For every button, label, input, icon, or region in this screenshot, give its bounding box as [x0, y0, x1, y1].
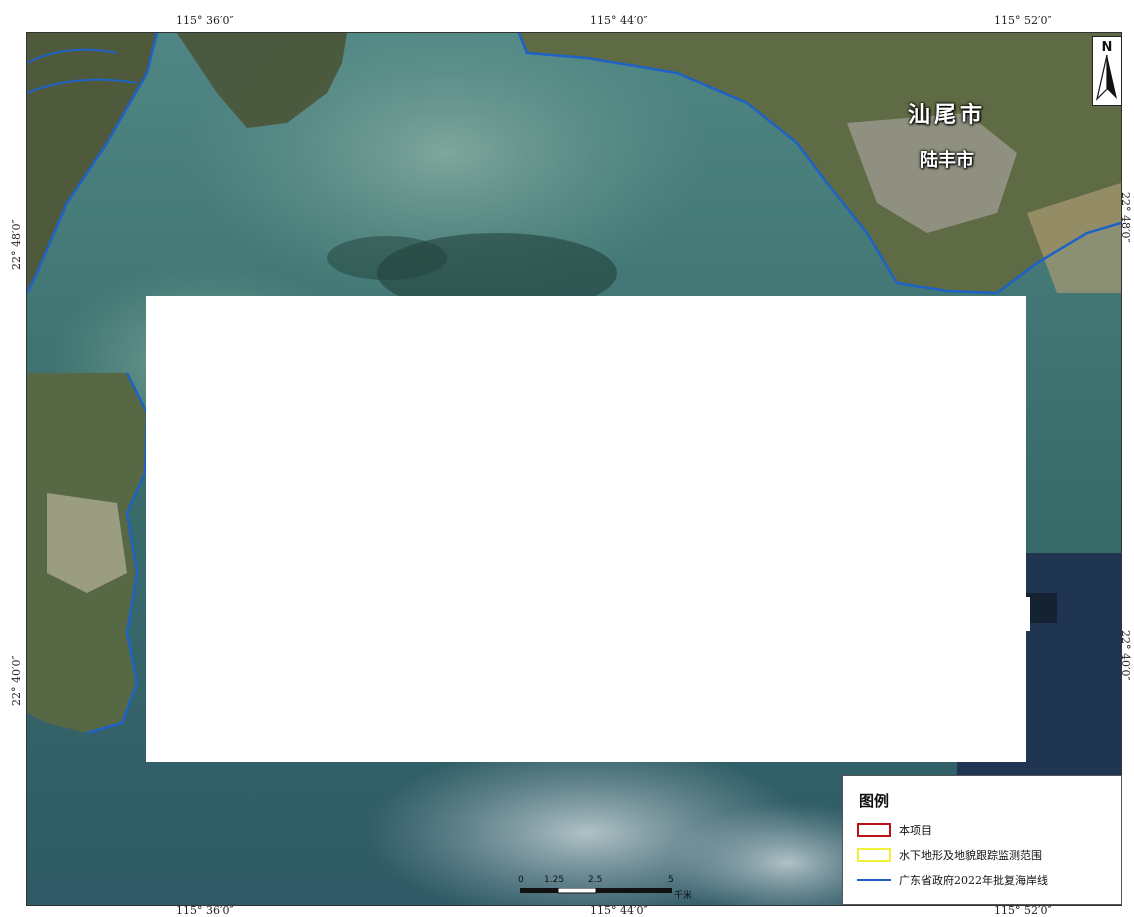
legend-label: 广东省政府2022年批复海岸线: [899, 874, 1048, 887]
top-coord-1: 115° 36′0″: [176, 14, 234, 27]
north-label: N: [1102, 40, 1113, 55]
scale-unit: 千米: [674, 891, 693, 901]
red-box-icon: [857, 823, 891, 837]
legend-item-project: 本项目: [857, 821, 932, 839]
north-arrow: N: [1092, 36, 1122, 106]
legend: 图例 本项目 水下地形及地貌跟踪监测范围 广东省政府2022年批复海岸线: [842, 775, 1122, 905]
legend-label: 本项目: [899, 824, 932, 837]
scale-tick-0: 0: [518, 875, 524, 885]
left-coord-2: 22° 40′0″: [10, 655, 23, 706]
city-label: 汕尾市: [908, 103, 987, 128]
legend-item-monitoring-range: 水下地形及地貌跟踪监测范围: [857, 846, 1042, 864]
legend-label: 水下地形及地貌跟踪监测范围: [899, 849, 1042, 862]
blank-region: [146, 296, 1026, 762]
legend-title: 图例: [859, 792, 890, 810]
north-arrow-icon: N: [1095, 40, 1117, 101]
scale-bar-graphic: [520, 888, 672, 894]
legend-item-shoreline: 广东省政府2022年批复海岸线: [857, 871, 1048, 889]
yellow-box-icon: [857, 848, 891, 862]
scale-bar: 0 1.25 2.5 5 千米: [518, 873, 698, 901]
scale-tick-1: 1.25: [544, 875, 565, 885]
scale-tick-3: 5: [668, 875, 674, 885]
scale-tick-2: 2.5: [588, 875, 603, 885]
blue-line-icon: [857, 879, 891, 881]
top-coord-2: 115° 44′0″: [590, 14, 648, 27]
left-coord-1: 22° 48′0″: [10, 219, 23, 270]
blank-notch: [1026, 597, 1030, 631]
top-coord-3: 115° 52′0″: [994, 14, 1052, 27]
county-label: 陆丰市: [920, 150, 974, 171]
